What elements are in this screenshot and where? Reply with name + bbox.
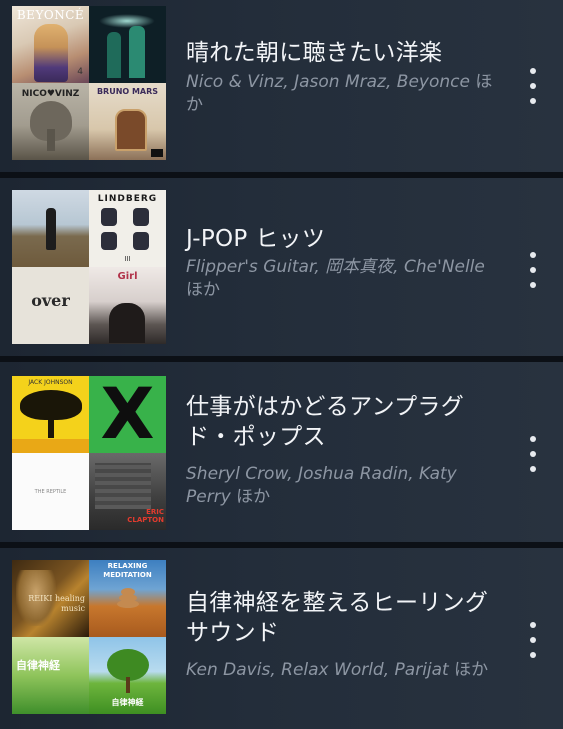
album-cover: REIKI healing music — [12, 560, 89, 637]
cover-text: JACK JOHNSON — [28, 379, 73, 386]
artists-names: Flipper's Guitar, 岡本真夜, Che'Nelle — [186, 257, 485, 277]
more-vertical-icon[interactable] — [524, 622, 542, 658]
playlist-title[interactable]: 晴れた朝に聴きたい洋楽 — [186, 38, 502, 68]
more-vertical-icon[interactable] — [524, 252, 542, 288]
artists-names: Nico & Vinz, Jason Mraz, Beyonce — [186, 72, 470, 92]
playlist-row[interactable]: JACK JOHNSON X THE REPTILE ERIC CLAPTON … — [0, 362, 563, 542]
playlist-title[interactable]: 仕事がはかどるアンプラグド・ポップス — [186, 392, 502, 452]
playlist-list: BEYONCÉ 4 NICO♥VINZ BRUNO MARS 晴れた朝に聴きたい… — [0, 0, 563, 729]
cover-text: 4 — [77, 67, 83, 77]
album-cover — [89, 6, 166, 83]
playlist-artwork[interactable]: LINDBERG III over Girl — [12, 190, 166, 344]
album-cover: BEYONCÉ 4 — [12, 6, 89, 83]
artists-suffix: ほか — [186, 280, 220, 300]
playlist-title[interactable]: J-POP ヒッツ — [186, 224, 502, 254]
cover-text: THE REPTILE — [34, 489, 67, 495]
cover-text: NICO♥VINZ — [21, 89, 80, 99]
album-cover: THE REPTILE — [12, 453, 89, 530]
album-cover: 自律神経 — [12, 637, 89, 714]
playlist-row[interactable]: BEYONCÉ 4 NICO♥VINZ BRUNO MARS 晴れた朝に聴きたい… — [0, 0, 563, 172]
playlist-artists: Sheryl Crow, Joshua Radin, Katy Perry ほか — [186, 463, 502, 509]
cover-text: ERIC CLAPTON — [127, 508, 164, 524]
artists-suffix: ほか — [454, 660, 489, 680]
cover-text: X — [100, 376, 155, 453]
album-cover: over — [12, 267, 89, 344]
cover-text: RELAXING MEDITATION — [103, 562, 152, 579]
artists-suffix: ほか — [236, 487, 271, 507]
artists-names: Sheryl Crow, Joshua Radin, Katy Perry — [186, 464, 457, 507]
album-cover: ERIC CLAPTON — [89, 453, 166, 530]
playlist-title[interactable]: 自律神経を整えるヒーリングサウンド — [186, 588, 502, 648]
album-cover: RELAXING MEDITATION — [89, 560, 166, 637]
cover-text: III — [124, 255, 131, 263]
playlist-artwork[interactable]: JACK JOHNSON X THE REPTILE ERIC CLAPTON — [12, 376, 166, 530]
album-cover: JACK JOHNSON — [12, 376, 89, 453]
playlist-artwork[interactable]: REIKI healing music RELAXING MEDITATION … — [12, 560, 166, 714]
artists-names: Ken Davis, Relax World, Parijat — [186, 660, 449, 680]
playlist-row[interactable]: REIKI healing music RELAXING MEDITATION … — [0, 548, 563, 729]
album-cover: LINDBERG III — [89, 190, 166, 267]
cover-text: LINDBERG — [97, 194, 158, 204]
playlist-artists: Nico & Vinz, Jason Mraz, Beyonce ほか — [186, 71, 502, 117]
more-vertical-icon[interactable] — [524, 68, 542, 104]
cover-text: over — [31, 291, 70, 310]
album-cover: NICO♥VINZ — [12, 83, 89, 160]
playlist-row[interactable]: LINDBERG III over Girl J-POP ヒッツ Flipper… — [0, 178, 563, 356]
album-cover: BRUNO MARS — [89, 83, 166, 160]
cover-text: Girl — [117, 271, 138, 282]
cover-text: 自律神経 — [111, 698, 144, 707]
album-cover: X — [89, 376, 166, 453]
album-cover — [12, 190, 89, 267]
album-cover: 自律神経 — [89, 637, 166, 714]
cover-text: REIKI healing music — [28, 594, 85, 613]
playlist-artists: Flipper's Guitar, 岡本真夜, Che'Nelle ほか — [186, 256, 502, 302]
cover-text: BRUNO MARS — [96, 87, 159, 96]
playlist-artists: Ken Davis, Relax World, Parijat ほか — [186, 659, 502, 682]
album-cover: Girl — [89, 267, 166, 344]
playlist-artwork[interactable]: BEYONCÉ 4 NICO♥VINZ BRUNO MARS — [12, 6, 166, 160]
more-vertical-icon[interactable] — [524, 436, 542, 472]
cover-text: BEYONCÉ — [16, 8, 85, 22]
cover-text: 自律神経 — [16, 659, 60, 672]
